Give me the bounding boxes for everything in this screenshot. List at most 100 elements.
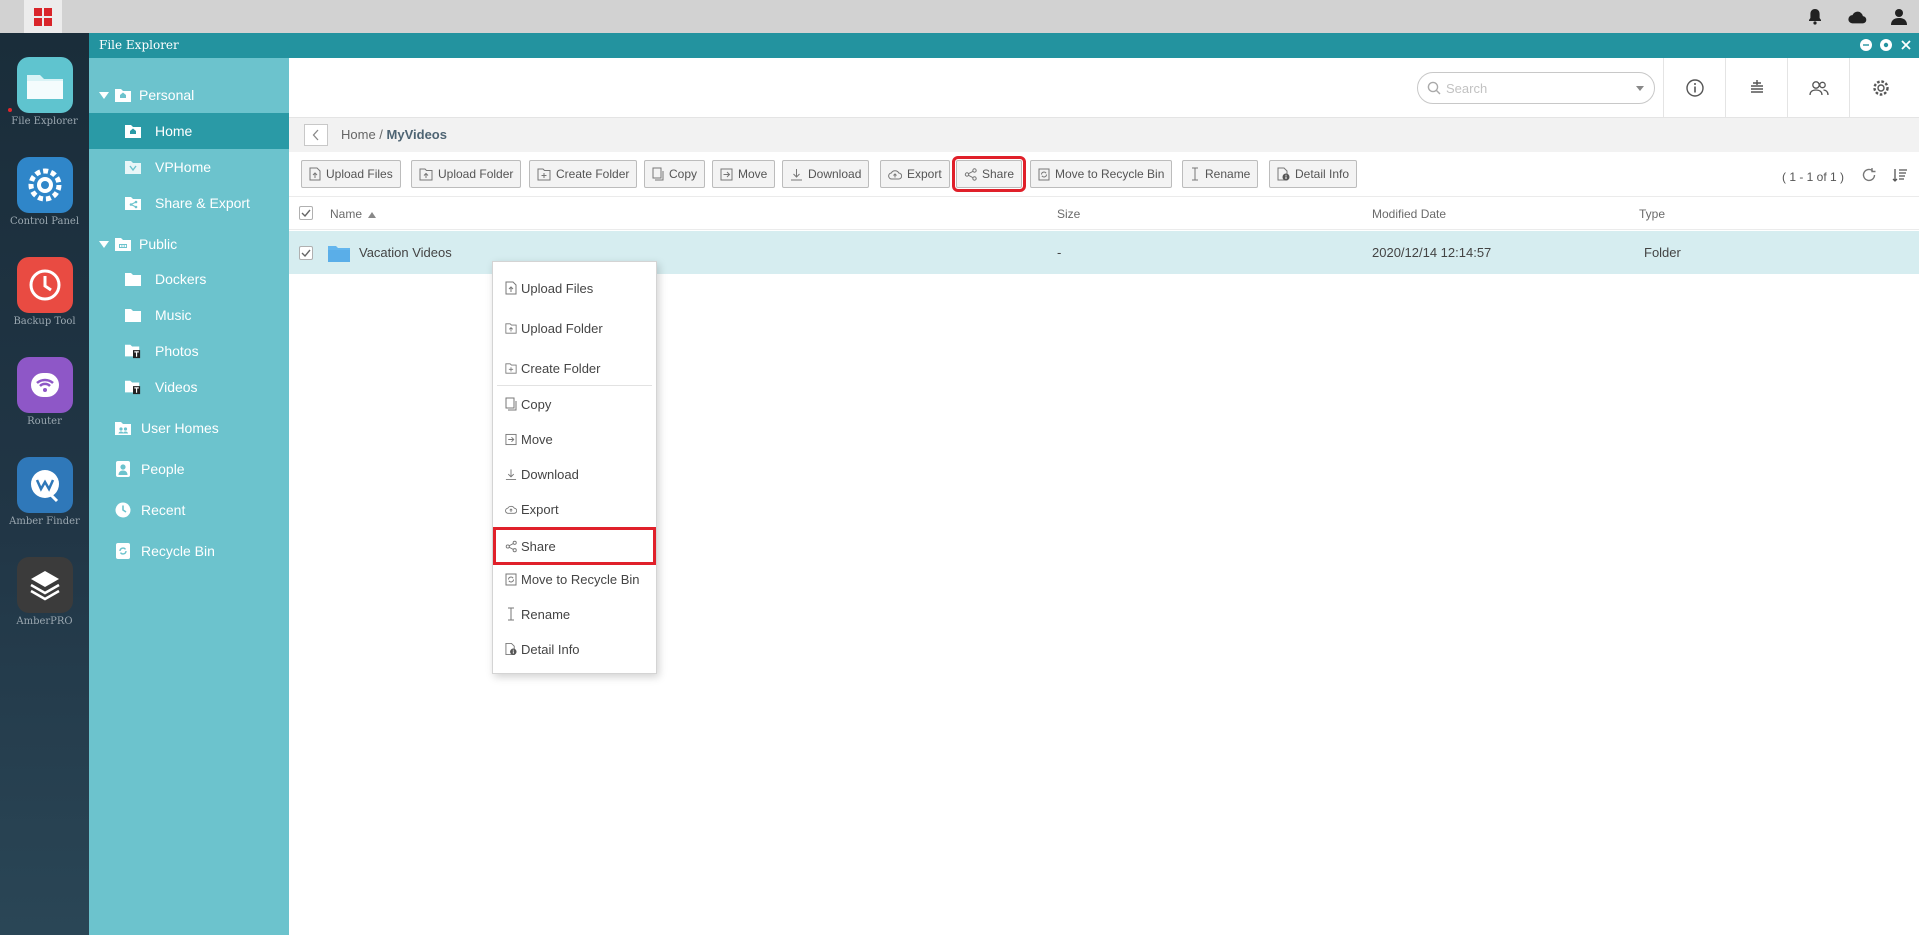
menu-item-label: Download	[521, 466, 579, 482]
dock-item-router[interactable]: Router	[0, 357, 89, 427]
dock-item-backup-tool[interactable]: Backup Tool	[0, 257, 89, 327]
context-menu-upload-files[interactable]: Upload Files	[497, 272, 652, 304]
dock-label: Backup Tool	[13, 316, 76, 327]
copy-icon	[505, 397, 517, 411]
sidebar-item-recent[interactable]: Recent	[89, 493, 289, 527]
bell-icon[interactable]	[1805, 7, 1825, 27]
users-button[interactable]	[1787, 58, 1849, 118]
maximize-button[interactable]	[1879, 38, 1893, 52]
dropdown-arrow-icon[interactable]	[1636, 86, 1644, 91]
sidebar-item-music[interactable]: Music	[89, 297, 289, 333]
create-folder-button[interactable]: Create Folder	[529, 160, 638, 188]
context-menu-create-folder[interactable]: Create Folder	[497, 352, 652, 384]
sidebar-item-public[interactable]: Public	[89, 227, 289, 261]
sidebar-item-dockers[interactable]: Dockers	[89, 261, 289, 297]
dock-item-file-explorer[interactable]: File Explorer	[0, 57, 89, 127]
cloud-icon[interactable]	[1847, 7, 1867, 27]
cloud-upload-icon	[888, 170, 902, 180]
sidebar-item-people[interactable]: People	[89, 452, 289, 486]
move-icon	[505, 432, 517, 446]
user-homes-icon	[115, 421, 131, 435]
sidebar-item-personal[interactable]: Personal	[89, 78, 289, 112]
dock-item-control-panel[interactable]: Control Panel	[0, 157, 89, 227]
menu-divider	[497, 385, 652, 386]
search-icon	[1427, 81, 1441, 98]
create-folder-icon	[537, 168, 551, 180]
sidebar-item-label: VPHome	[155, 159, 212, 175]
column-size[interactable]: Size	[1057, 207, 1080, 221]
rename-button[interactable]: Rename	[1182, 160, 1259, 188]
download-icon	[505, 467, 517, 481]
column-modified-date[interactable]: Modified Date	[1372, 207, 1446, 221]
button-label: Move	[738, 167, 768, 181]
context-menu-rename[interactable]: Rename	[497, 598, 652, 630]
user-icon[interactable]	[1889, 7, 1909, 27]
share-button[interactable]: Share	[951, 156, 1027, 192]
sidebar-item-label: Photos	[155, 343, 199, 359]
sort-list-icon[interactable]	[1892, 167, 1908, 183]
file-info-icon	[505, 642, 517, 656]
users-icon	[1808, 81, 1829, 96]
context-menu-export[interactable]: Export	[497, 493, 652, 525]
settings-button[interactable]	[1849, 58, 1911, 118]
breadcrumb-current: MyVideos	[386, 127, 447, 142]
minimize-button[interactable]	[1859, 38, 1873, 52]
menu-item-label: Export	[521, 501, 559, 517]
back-button[interactable]	[304, 124, 328, 146]
app-launcher-button[interactable]	[24, 0, 62, 33]
window-controls	[1859, 38, 1913, 52]
dock-item-amber-finder[interactable]: Amber Finder	[0, 457, 89, 527]
copy-button[interactable]: Copy	[644, 160, 706, 188]
page-info: ( 1 - 1 of 1 )	[1782, 170, 1845, 184]
clock-icon	[115, 502, 131, 518]
detail-info-button[interactable]: Detail Info	[1269, 160, 1358, 188]
context-menu-download[interactable]: Download	[497, 458, 652, 490]
sort-ascending-icon	[368, 212, 377, 218]
tagged-folder-icon	[125, 344, 141, 359]
close-button[interactable]	[1899, 38, 1913, 52]
sidebar-item-recycle-bin[interactable]: Recycle Bin	[89, 534, 289, 568]
grid-icon	[34, 7, 52, 26]
tasks-button[interactable]	[1725, 58, 1787, 118]
upload-folder-button[interactable]: Upload Folder	[411, 160, 522, 188]
move-button[interactable]: Move	[712, 160, 776, 188]
context-menu-detail-info[interactable]: Detail Info	[497, 633, 652, 665]
breadcrumb-home[interactable]: Home	[341, 127, 376, 142]
search-box[interactable]	[1417, 72, 1655, 104]
context-menu-share[interactable]: Share	[493, 527, 656, 565]
download-button[interactable]: Download	[782, 160, 870, 188]
menu-item-label: Move	[521, 431, 553, 447]
context-menu-move[interactable]: Move	[497, 423, 652, 455]
sidebar-item-vphome[interactable]: VPHome	[89, 149, 289, 185]
column-name[interactable]: Name	[330, 207, 377, 221]
refresh-icon[interactable]	[1861, 167, 1877, 183]
export-button[interactable]: Export	[880, 160, 950, 188]
dock-item-amberpro[interactable]: AmberPRO	[0, 557, 89, 627]
column-type[interactable]: Type	[1639, 207, 1665, 221]
upload-files-button[interactable]: Upload Files	[301, 160, 401, 188]
wifi-icon	[16, 357, 73, 413]
search-input[interactable]	[1446, 79, 1616, 97]
context-menu-upload-folder[interactable]: Upload Folder	[497, 312, 652, 344]
sidebar-item-home[interactable]: Home	[89, 113, 289, 149]
folder-icon	[125, 308, 141, 322]
info-button[interactable]	[1663, 58, 1725, 118]
sidebar-item-user-homes[interactable]: User Homes	[89, 411, 289, 445]
sidebar-item-videos[interactable]: Videos	[89, 369, 289, 405]
cell-type: Folder	[1644, 245, 1681, 260]
button-label: Rename	[1205, 167, 1251, 181]
sidebar-item-share-export[interactable]: Share & Export	[89, 185, 289, 221]
select-all-checkbox[interactable]	[299, 206, 313, 220]
context-menu-move-to-recycle-bin[interactable]: Move to Recycle Bin	[497, 563, 652, 595]
dock-label: Amber Finder	[9, 516, 80, 527]
context-menu-copy[interactable]: Copy	[497, 388, 652, 420]
window-title: File Explorer	[99, 38, 179, 52]
button-label: Move to Recycle Bin	[1055, 167, 1165, 181]
menu-item-label: Upload Files	[521, 280, 594, 296]
upload-folder-icon	[419, 168, 433, 180]
window-titlebar[interactable]: File Explorer	[89, 33, 1919, 58]
move-to-recycle-bin-button[interactable]: Move to Recycle Bin	[1030, 160, 1173, 188]
caret-down-icon	[99, 241, 109, 248]
sidebar-item-photos[interactable]: Photos	[89, 333, 289, 369]
row-checkbox[interactable]	[299, 246, 313, 260]
